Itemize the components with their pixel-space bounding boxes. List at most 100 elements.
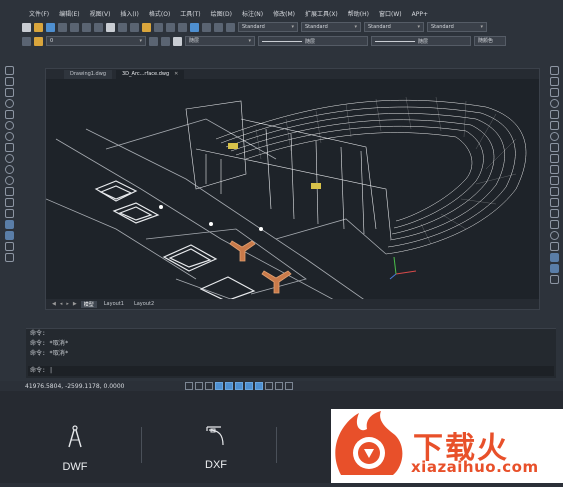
model-viewport[interactable] xyxy=(46,79,539,301)
save-icon[interactable] xyxy=(46,22,55,32)
format-dxf[interactable]: DXF xyxy=(196,425,236,471)
pan-icon[interactable] xyxy=(154,22,163,32)
tab-drawing1[interactable]: Drawing1.dwg xyxy=(64,70,112,79)
linetype-select[interactable]: 随层 xyxy=(258,36,368,46)
line-icon[interactable] xyxy=(5,66,14,75)
copy-icon[interactable] xyxy=(94,22,103,32)
region-icon[interactable] xyxy=(5,242,14,251)
make-block-icon[interactable] xyxy=(5,198,14,207)
osnap-toggle-icon[interactable] xyxy=(225,382,233,390)
point-icon[interactable] xyxy=(5,209,14,218)
zoom-icon[interactable] xyxy=(166,22,175,32)
otrack-toggle-icon[interactable] xyxy=(235,382,243,390)
command-input[interactable]: 命令: | xyxy=(28,366,554,376)
close-tab-icon[interactable]: ✕ xyxy=(174,70,178,79)
make-current-icon[interactable] xyxy=(149,36,158,46)
preview-icon[interactable] xyxy=(70,22,79,32)
plotstyle-select[interactable]: 随颜色 xyxy=(474,36,506,46)
tpy-toggle-icon[interactable] xyxy=(275,382,283,390)
layer-previous-icon[interactable] xyxy=(161,36,170,46)
table-icon[interactable] xyxy=(5,253,14,262)
offset-icon[interactable] xyxy=(550,99,559,108)
mirror-icon[interactable] xyxy=(550,88,559,97)
chamfer-icon[interactable] xyxy=(550,220,559,229)
rotate-icon[interactable] xyxy=(550,132,559,141)
menu-edit[interactable]: 编辑(E) xyxy=(54,9,84,21)
first-layout-icon[interactable]: ◀ xyxy=(52,301,56,307)
tab-3d-arc[interactable]: 3D_Arc...rface.dwg ✕ xyxy=(116,70,185,79)
group-icon[interactable] xyxy=(550,264,559,273)
construction-line-icon[interactable] xyxy=(5,77,14,86)
array-icon[interactable] xyxy=(550,110,559,119)
trim-icon[interactable] xyxy=(550,165,559,174)
dyn-toggle-icon[interactable] xyxy=(255,382,263,390)
layer-state-icon[interactable] xyxy=(34,36,43,46)
menu-tools[interactable]: 工具(T) xyxy=(175,9,205,21)
gradient-icon[interactable] xyxy=(5,231,14,240)
menu-draw[interactable]: 绘图(D) xyxy=(206,9,237,21)
table-style-select[interactable]: Standard ▾ xyxy=(364,22,424,32)
menu-dimension[interactable]: 标注(N) xyxy=(237,9,268,21)
menu-window[interactable]: 窗口(W) xyxy=(374,9,407,21)
design-center-icon[interactable] xyxy=(202,22,211,32)
fillet-icon[interactable] xyxy=(550,231,559,240)
color-swatch-icon[interactable] xyxy=(173,36,182,46)
new-file-icon[interactable] xyxy=(22,22,31,32)
paste-icon[interactable] xyxy=(106,22,115,32)
menu-format[interactable]: 格式(O) xyxy=(144,9,175,21)
layer-select[interactable]: 0 ▾ xyxy=(46,36,146,46)
dim-style-select[interactable]: Standard ▾ xyxy=(301,22,361,32)
revision-cloud-icon[interactable] xyxy=(5,143,14,152)
copy-object-icon[interactable] xyxy=(550,77,559,86)
join-icon[interactable] xyxy=(550,209,559,218)
move-icon[interactable] xyxy=(550,121,559,130)
layer-tools-icon[interactable] xyxy=(550,253,559,262)
extend-icon[interactable] xyxy=(550,176,559,185)
ducs-toggle-icon[interactable] xyxy=(245,382,253,390)
match-properties-icon[interactable] xyxy=(142,22,151,32)
calculator-icon[interactable] xyxy=(226,22,235,32)
ortho-toggle-icon[interactable] xyxy=(205,382,213,390)
prev-layout-icon[interactable]: ◂ xyxy=(60,301,63,307)
break-at-point-icon[interactable] xyxy=(550,187,559,196)
stretch-icon[interactable] xyxy=(550,154,559,163)
properties-icon[interactable] xyxy=(190,22,199,32)
lineweight-select[interactable]: 随层 xyxy=(371,36,471,46)
menu-modify[interactable]: 修改(M) xyxy=(268,9,300,21)
polygon-icon[interactable] xyxy=(5,99,14,108)
tool-palette-icon[interactable] xyxy=(214,22,223,32)
snap-toggle-icon[interactable] xyxy=(185,382,193,390)
next-layout-icon[interactable]: ▸ xyxy=(66,301,69,307)
polar-toggle-icon[interactable] xyxy=(215,382,223,390)
break-icon[interactable] xyxy=(550,198,559,207)
menu-app[interactable]: APP+ xyxy=(407,9,433,21)
text-style-select[interactable]: Standard ▾ xyxy=(238,22,298,32)
ellipse-arc-icon[interactable] xyxy=(5,176,14,185)
grid-toggle-icon[interactable] xyxy=(195,382,203,390)
undo-icon[interactable] xyxy=(118,22,127,32)
format-dwf[interactable]: DWF xyxy=(55,425,95,473)
tab-layout2[interactable]: Layout2 xyxy=(131,301,157,307)
tab-layout1[interactable]: Layout1 xyxy=(101,301,127,307)
open-folder-icon[interactable] xyxy=(34,22,43,32)
multileader-style-select[interactable]: Standard ▾ xyxy=(427,22,487,32)
align-icon[interactable] xyxy=(550,275,559,284)
hatch-icon[interactable] xyxy=(5,220,14,229)
print-icon[interactable] xyxy=(58,22,67,32)
circle-icon[interactable] xyxy=(5,132,14,141)
redo-icon[interactable] xyxy=(130,22,139,32)
erase-icon[interactable] xyxy=(550,66,559,75)
spline-icon[interactable] xyxy=(5,154,14,163)
color-select[interactable]: 随层 ▾ xyxy=(185,36,255,46)
lineweight-toggle-icon[interactable] xyxy=(265,382,273,390)
menu-file[interactable]: 文件(F) xyxy=(24,9,54,21)
zoom-window-icon[interactable] xyxy=(178,22,187,32)
scale-icon[interactable] xyxy=(550,143,559,152)
last-layout-icon[interactable]: ▶ xyxy=(73,301,77,307)
menu-insert[interactable]: 插入(I) xyxy=(115,9,143,21)
rectangle-icon[interactable] xyxy=(5,110,14,119)
ellipse-icon[interactable] xyxy=(5,165,14,174)
menu-view[interactable]: 视图(V) xyxy=(85,9,116,21)
menu-help[interactable]: 帮助(H) xyxy=(343,9,374,21)
selection-cycling-icon[interactable] xyxy=(285,382,293,390)
